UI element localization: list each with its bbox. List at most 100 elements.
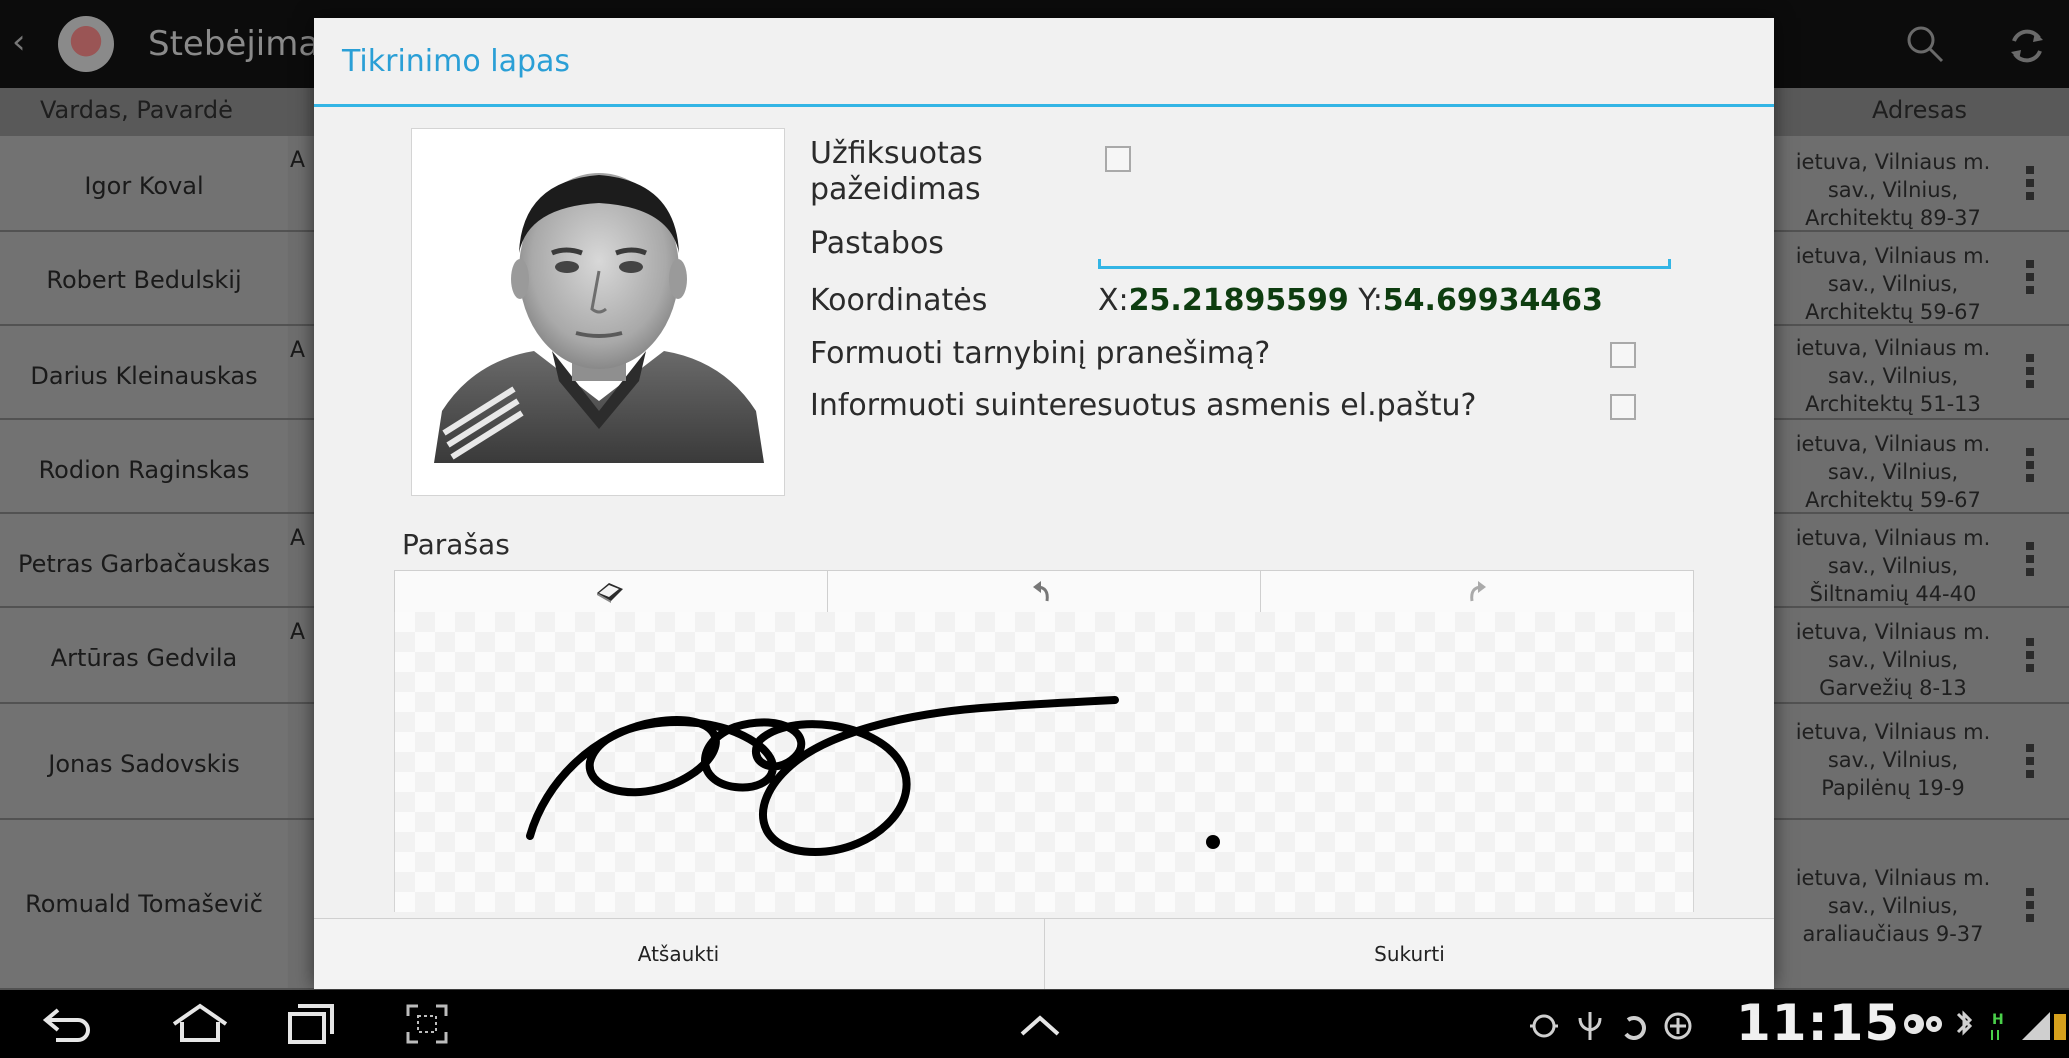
address-line: sav., Vilnius,	[1827, 894, 1959, 918]
undo-icon	[1033, 581, 1049, 602]
email-checkbox[interactable]	[1610, 394, 1636, 420]
address-line: sav., Vilnius,	[1827, 364, 1959, 388]
address-line: sav., Vilnius,	[1827, 272, 1959, 296]
address-cell: ietuva, Vilniaus m. sav., Vilnius, Archi…	[1778, 430, 2008, 514]
address-line: ietuva, Vilniaus m.	[1795, 150, 1991, 174]
overflow-menu-icon[interactable]	[2026, 744, 2034, 778]
search-icon[interactable]	[1905, 24, 1945, 64]
status-icons	[1530, 1012, 1692, 1040]
address-cell: ietuva, Vilniaus m. sav., Vilnius, Papil…	[1778, 718, 2008, 802]
recent-apps-icon[interactable]	[286, 1002, 338, 1046]
address-line: Garvežių 8-13	[1819, 676, 1967, 700]
coordinates-label: Koordinatės	[810, 283, 988, 318]
address-line: ietuva, Vilniaus m.	[1795, 866, 1991, 890]
y-prefix: Y:	[1348, 283, 1383, 318]
dialog-header: Tikrinimo lapas	[314, 18, 1774, 107]
screenshot-icon[interactable]	[404, 1002, 450, 1046]
x-prefix: X:	[1098, 283, 1129, 318]
svg-text:H: H	[1992, 1012, 2004, 1028]
overflow-menu-icon[interactable]	[2026, 166, 2034, 200]
address-line: Šiltnamių 44-40	[1809, 582, 1977, 606]
y-coordinate: 54.69934463	[1382, 283, 1603, 318]
eraser-icon	[597, 583, 623, 603]
create-button[interactable]: Sukurti	[1045, 919, 1774, 989]
address-line: Architektų 59-67	[1805, 488, 1981, 512]
redo-button[interactable]	[1260, 571, 1693, 613]
person-name: Rodion Raginskas	[38, 456, 250, 484]
cancel-button[interactable]: Atšaukti	[314, 919, 1043, 989]
address-line: sav., Vilnius,	[1827, 460, 1959, 484]
address-line: Papilėnų 19-9	[1821, 776, 1965, 800]
person-photo	[411, 128, 785, 496]
person-photo-image	[434, 173, 764, 463]
report-label: Formuoti tarnybinį pranešimą?	[810, 336, 1271, 371]
address-line: sav., Vilnius,	[1827, 648, 1959, 672]
address-line: Architektų 59-67	[1805, 300, 1981, 324]
column-header-address[interactable]: Adresas	[1872, 96, 1967, 124]
back-icon[interactable]	[38, 1004, 98, 1044]
status-clock: 11:15	[1736, 994, 1901, 1052]
violation-checkbox[interactable]	[1105, 146, 1131, 172]
chevron-left-icon[interactable]: ‹	[12, 22, 26, 62]
address-line: ietuva, Vilniaus m.	[1795, 336, 1991, 360]
dialog-title: Tikrinimo lapas	[342, 44, 571, 79]
overflow-menu-icon[interactable]	[2026, 888, 2034, 922]
address-line: sav., Vilnius,	[1827, 178, 1959, 202]
row-cell-text: A	[290, 338, 306, 363]
overflow-menu-icon[interactable]	[2026, 260, 2034, 294]
person-name: Darius Kleinauskas	[30, 362, 258, 390]
person-name: Petras Garbačauskas	[18, 550, 270, 578]
address-cell: ietuva, Vilniaus m. sav., Vilnius, Šiltn…	[1778, 524, 2008, 608]
address-cell: ietuva, Vilniaus m. sav., Vilnius, Archi…	[1778, 334, 2008, 418]
dialog-button-bar: Atšaukti Sukurti	[314, 918, 1774, 989]
overflow-menu-icon[interactable]	[2026, 542, 2034, 576]
address-line: Architektų 51-13	[1805, 392, 1981, 416]
coordinates-value: X:25.21895599 Y:54.69934463	[1098, 283, 1603, 318]
address-line: ietuva, Vilniaus m.	[1795, 244, 1991, 268]
notes-input[interactable]	[1098, 259, 1671, 269]
address-line: sav., Vilnius,	[1827, 748, 1959, 772]
app-title: Stebėjimas	[148, 24, 337, 64]
person-name: Igor Koval	[84, 172, 204, 200]
address-line: ietuva, Vilniaus m.	[1795, 432, 1991, 456]
system-tray-icons: H	[1904, 1010, 2066, 1040]
address-line: ietuva, Vilniaus m.	[1795, 526, 1991, 550]
signature-pad[interactable]	[394, 612, 1694, 912]
address-line: ietuva, Vilniaus m.	[1795, 720, 1991, 744]
signature-label: Parašas	[402, 528, 510, 561]
eraser-button[interactable]	[395, 571, 828, 613]
app-logo[interactable]	[58, 16, 114, 72]
inspection-dialog: Tikrinimo lapas Užfiksuotas pažeidimas P…	[314, 18, 1774, 989]
person-name: Robert Bedulskij	[46, 266, 242, 294]
signature-stroke	[526, 696, 1220, 856]
overflow-menu-icon[interactable]	[2026, 354, 2034, 388]
email-label: Informuoti suinteresuotus asmenis el.paš…	[810, 388, 1477, 423]
column-header-name[interactable]: Vardas, Pavardė	[40, 96, 233, 124]
violation-label-line: Užfiksuotas	[810, 136, 983, 171]
chevron-up-icon[interactable]	[1018, 1014, 1062, 1038]
address-line: araliaučiaus 9-37	[1802, 922, 1984, 946]
address-cell: ietuva, Vilniaus m. sav., Vilnius, Archi…	[1778, 242, 2008, 326]
person-name: Artūras Gedvila	[50, 644, 238, 672]
report-checkbox[interactable]	[1610, 342, 1636, 368]
overflow-menu-icon[interactable]	[2026, 638, 2034, 672]
row-cell-text: A	[290, 620, 306, 645]
row-cell-text: A	[290, 526, 306, 551]
notes-label: Pastabos	[810, 226, 944, 261]
violation-label: Užfiksuotas pažeidimas	[810, 136, 983, 208]
violation-label-line: pažeidimas	[810, 172, 981, 207]
address-line: sav., Vilnius,	[1827, 554, 1959, 578]
undo-button[interactable]	[827, 571, 1261, 613]
x-coordinate: 25.21895599	[1128, 283, 1349, 318]
address-line: Architektų 89-37	[1805, 206, 1981, 230]
address-cell: ietuva, Vilniaus m. sav., Vilnius, Archi…	[1778, 148, 2008, 232]
refresh-icon[interactable]	[2005, 24, 2049, 68]
address-cell: ietuva, Vilniaus m. sav., Vilnius, arali…	[1778, 864, 2008, 948]
overflow-menu-icon[interactable]	[2026, 448, 2034, 482]
home-icon[interactable]	[168, 1002, 232, 1046]
system-nav-bar: 11:15 H	[0, 990, 2069, 1058]
person-name: Jonas Sadovskis	[48, 750, 240, 778]
address-line: ietuva, Vilniaus m.	[1795, 620, 1991, 644]
address-cell: ietuva, Vilniaus m. sav., Vilnius, Garve…	[1778, 618, 2008, 702]
signature-toolbar	[394, 570, 1694, 614]
